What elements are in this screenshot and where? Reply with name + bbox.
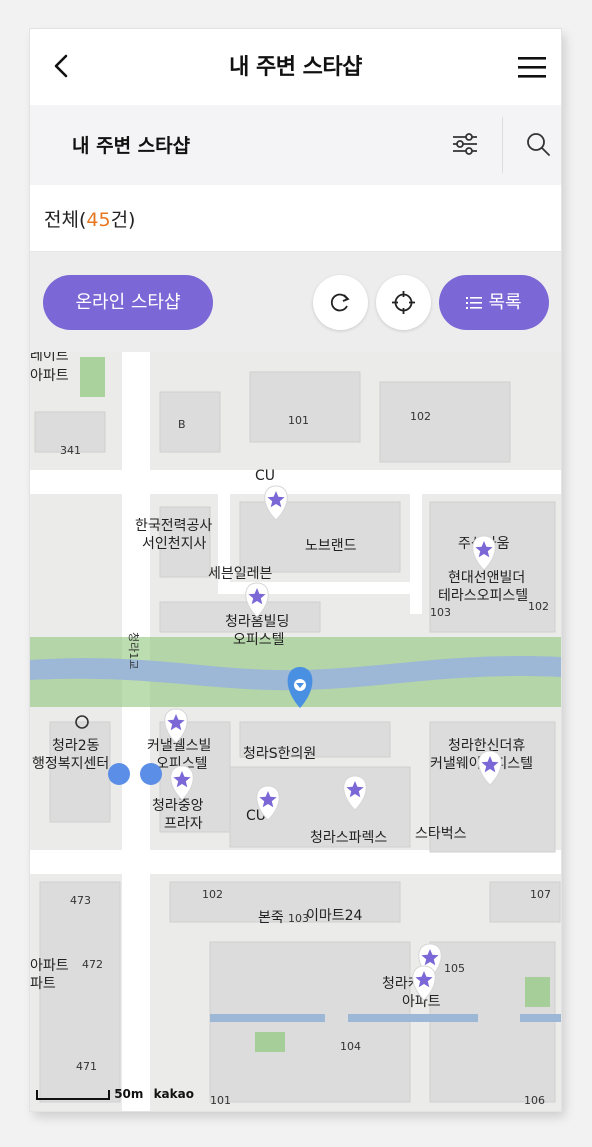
hamburger-menu-icon[interactable] bbox=[517, 55, 547, 79]
map-label: 오피스텔 bbox=[233, 632, 285, 648]
map-label: 473 bbox=[70, 894, 91, 907]
my-location-button[interactable] bbox=[376, 275, 431, 330]
map-scale: 50m kakao bbox=[36, 1087, 194, 1101]
kakao-logo: kakao bbox=[153, 1087, 194, 1101]
app-frame: 내 주변 스타샵 내 주변 스타샵 전체(45건) 온라인 스타샵 목록 레이트… bbox=[30, 29, 561, 1111]
map-label: 파트 bbox=[30, 976, 56, 992]
map-label: 101 bbox=[288, 414, 309, 427]
scale-bar bbox=[36, 1089, 110, 1100]
map-toolbar: 온라인 스타샵 목록 bbox=[30, 252, 561, 352]
map-label: 471 bbox=[76, 1060, 97, 1073]
map-label: 스타벅스 bbox=[415, 826, 467, 842]
map-label: 102 bbox=[202, 888, 223, 901]
bus-stop-icon bbox=[140, 763, 162, 785]
result-count-row: 전체(45건) bbox=[30, 185, 561, 252]
result-count-number: 45 bbox=[86, 209, 111, 231]
map-label: CU bbox=[255, 468, 275, 484]
bridge-label: 청라1교 bbox=[127, 632, 140, 669]
map-label: 한국전력공사 bbox=[135, 518, 212, 534]
map-label: 청라스파렉스 bbox=[310, 830, 387, 846]
map-label: 커낼웰스빌 bbox=[147, 738, 211, 754]
map-label: 노브랜드 bbox=[305, 538, 357, 554]
map-label: 본죽 bbox=[258, 910, 284, 926]
bus-stop-icon bbox=[108, 763, 130, 785]
section-header: 내 주변 스타샵 bbox=[30, 105, 561, 185]
map-label: 이마트24 bbox=[306, 908, 363, 924]
section-title: 내 주변 스타샵 bbox=[72, 135, 191, 157]
refresh-button[interactable] bbox=[313, 275, 368, 330]
map-label: 레이트 bbox=[30, 352, 69, 364]
map-label: 102 bbox=[410, 410, 431, 423]
page-title: 내 주변 스타샵 bbox=[229, 55, 362, 80]
list-view-button[interactable]: 목록 bbox=[439, 275, 549, 330]
map-label: 341 bbox=[60, 444, 81, 457]
map-area[interactable]: 온라인 스타샵 목록 레이트 아파트 341 B 101 102 CU 한국전력… bbox=[30, 252, 561, 1111]
result-count: 전체(45건) bbox=[44, 209, 136, 231]
map-canvas[interactable]: 레이트 아파트 341 B 101 102 CU 한국전력공사 서인천지사 노브… bbox=[30, 352, 561, 1111]
map-label: 105 bbox=[444, 962, 465, 975]
filter-icon[interactable] bbox=[450, 129, 480, 159]
map-label: 103 bbox=[430, 606, 451, 619]
map-label: 세븐일레븐 bbox=[208, 566, 273, 582]
map-label: 101 bbox=[210, 1094, 231, 1107]
map-label: 청라중앙 bbox=[152, 798, 204, 814]
map-label: 서인천지사 bbox=[142, 536, 207, 552]
map-label: 아파트 bbox=[30, 368, 69, 384]
map-label: 프라자 bbox=[164, 816, 203, 832]
online-starshop-button[interactable]: 온라인 스타샵 bbox=[43, 275, 213, 330]
road-vertical bbox=[122, 352, 150, 1111]
header-divider bbox=[502, 117, 503, 173]
map-label: 102 bbox=[528, 600, 549, 613]
map-label: 아파트 bbox=[30, 958, 69, 974]
crosshair-icon bbox=[392, 291, 415, 314]
road-horizontal bbox=[30, 470, 561, 494]
map-label: 청라S한의원 bbox=[243, 746, 316, 762]
map-label: 106 bbox=[524, 1094, 545, 1107]
map-label: 104 bbox=[340, 1040, 361, 1053]
map-label: 107 bbox=[530, 888, 551, 901]
map-label: 472 bbox=[82, 958, 103, 971]
map-label: 현대선앤빌더 bbox=[448, 570, 525, 586]
refresh-icon bbox=[330, 293, 350, 312]
map-label: 테라스오피스텔 bbox=[438, 588, 528, 604]
map-label: 행정복지센터 bbox=[32, 756, 109, 772]
scale-distance: 50m bbox=[114, 1087, 144, 1101]
search-icon[interactable] bbox=[523, 129, 553, 159]
map-label: B bbox=[178, 418, 186, 431]
top-navigation-bar: 내 주변 스타샵 bbox=[30, 29, 561, 105]
map-label: 청라2동 bbox=[52, 738, 100, 754]
list-icon bbox=[466, 297, 483, 309]
